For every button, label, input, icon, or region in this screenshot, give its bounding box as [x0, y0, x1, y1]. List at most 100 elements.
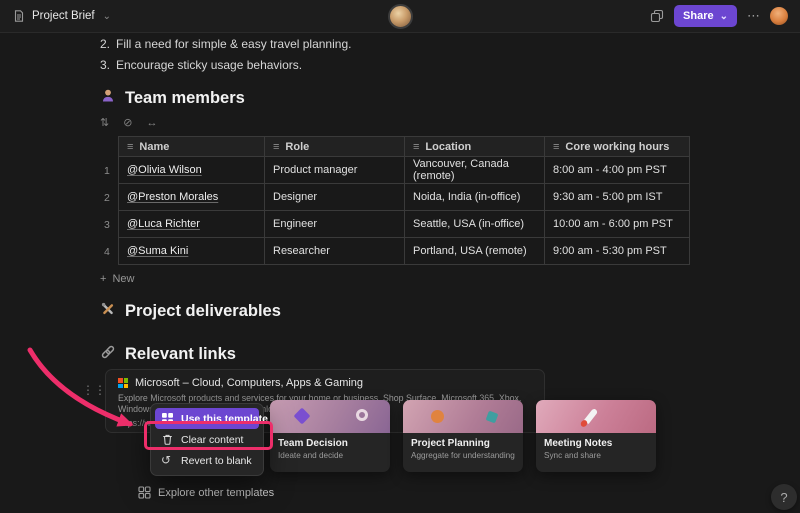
row-number: 1 — [100, 157, 118, 184]
team-members-icon — [100, 88, 116, 109]
cell-name[interactable]: @Luca Richter — [118, 211, 265, 238]
share-button-label: Share — [683, 10, 714, 22]
workspace-avatar[interactable] — [388, 4, 413, 29]
row-number: 2 — [100, 184, 118, 211]
cell-hours[interactable]: 8:00 am - 4:00 pm PST — [545, 157, 690, 184]
cell-name[interactable]: @Olivia Wilson — [118, 157, 265, 184]
template-card-title: Team Decision — [278, 438, 382, 449]
new-row-label: New — [112, 273, 134, 285]
table-row: 1 @Olivia Wilson Product manager Vancouv… — [100, 157, 690, 184]
list-item[interactable]: 2. Fill a need for simple & easy travel … — [100, 33, 690, 54]
cell-location[interactable]: Seattle, USA (in-office) — [405, 211, 545, 238]
duplicate-icon[interactable] — [650, 9, 664, 23]
cell-location[interactable]: Vancouver, Canada (remote) — [405, 157, 545, 184]
cell-hours[interactable]: 9:30 am - 5:00 pm IST — [545, 184, 690, 211]
tools-icon — [100, 301, 116, 322]
list-item-text: Encourage sticky usage behaviors. — [116, 58, 302, 72]
template-card-meeting-notes[interactable]: Meeting Notes Sync and share — [536, 400, 656, 472]
menu-item-label: Clear content — [181, 434, 243, 446]
row-number: 3 — [100, 211, 118, 238]
microsoft-favicon — [118, 378, 128, 388]
resize-columns-icon[interactable]: ↔ — [146, 117, 157, 129]
list-item-number: 3. — [100, 58, 116, 72]
column-header-role[interactable]: ≡ Role — [265, 136, 405, 157]
templates-grid-icon — [138, 486, 151, 499]
section-heading-team-members: Team members — [100, 87, 690, 110]
row-number-header — [100, 136, 118, 157]
list-item-text: Fill a need for simple & easy travel pla… — [116, 37, 351, 51]
table-row: 2 @Preston Morales Designer Noida, India… — [100, 184, 690, 211]
template-card-title: Meeting Notes — [544, 438, 648, 449]
template-thumbnail — [270, 400, 390, 433]
person-mention[interactable]: @Olivia Wilson — [127, 164, 202, 176]
template-card-title: Project Planning — [411, 438, 515, 449]
table-toolbar: ⇅ ⊘ ↔ — [100, 115, 690, 130]
menu-item-revert-to-blank[interactable]: ↺ Revert to blank — [155, 450, 259, 471]
plus-icon: + — [100, 273, 106, 285]
cell-location[interactable]: Portland, USA (remote) — [405, 238, 545, 265]
section-title: Relevant links — [125, 345, 236, 364]
cell-role[interactable]: Engineer — [265, 211, 405, 238]
template-context-menu: Use this template Clear content ↺ Revert… — [150, 403, 264, 476]
template-card-project-planning[interactable]: Project Planning Aggregate for understan… — [403, 400, 523, 472]
text-property-icon: ≡ — [127, 141, 133, 153]
table-row: 4 @Suma Kini Researcher Portland, USA (r… — [100, 238, 690, 265]
column-header-hours[interactable]: ≡ Core working hours — [545, 136, 690, 157]
share-button[interactable]: Share ⌄ — [674, 5, 737, 27]
cell-location[interactable]: Noida, India (in-office) — [405, 184, 545, 211]
cell-hours[interactable]: 10:00 am - 6:00 pm PST — [545, 211, 690, 238]
column-header-label: Name — [139, 141, 169, 153]
top-bar: Project Brief ⌄ Share ⌄ ⋯ — [0, 0, 800, 33]
template-thumbnail — [403, 400, 523, 433]
person-mention[interactable]: @Suma Kini — [127, 245, 188, 257]
more-options-icon[interactable]: ⋯ — [747, 8, 760, 24]
template-thumbnail — [536, 400, 656, 433]
table-row: 3 @Luca Richter Engineer Seattle, USA (i… — [100, 211, 690, 238]
menu-item-label: Use this template — [181, 413, 268, 425]
cell-role[interactable]: Product manager — [265, 157, 405, 184]
cell-name[interactable]: @Suma Kini — [118, 238, 265, 265]
column-header-label: Role — [285, 141, 309, 153]
text-property-icon: ≡ — [553, 141, 559, 153]
template-card-subtitle: Sync and share — [544, 451, 648, 460]
link-icon — [100, 344, 116, 365]
share-chevron-icon: ⌄ — [720, 11, 728, 22]
template-card-subtitle: Aggregate for understanding an... — [411, 451, 515, 460]
help-button[interactable]: ? — [771, 484, 797, 510]
column-header-location[interactable]: ≡Location — [405, 136, 545, 157]
chevron-down-icon[interactable]: ⌄ — [103, 11, 111, 22]
column-header-name[interactable]: ≡ Name — [118, 136, 265, 157]
page-doc-icon — [12, 9, 26, 23]
text-property-icon: ≡ — [413, 141, 419, 153]
cell-name[interactable]: @Preston Morales — [118, 184, 265, 211]
list-item[interactable]: 3. Encourage sticky usage behaviors. — [100, 54, 690, 75]
hide-properties-icon[interactable]: ⊘ — [123, 116, 132, 129]
table-new-row-button[interactable]: + New — [100, 271, 690, 287]
bookmark-title: Microsoft – Cloud, Computers, Apps & Gam… — [135, 377, 363, 389]
text-property-icon: ≡ — [273, 141, 279, 153]
cell-role[interactable]: Designer — [265, 184, 405, 211]
menu-item-label: Revert to blank — [181, 455, 252, 467]
breadcrumb-page-title[interactable]: Project Brief — [32, 10, 95, 22]
cell-hours[interactable]: 9:00 am - 5:30 pm PST — [545, 238, 690, 265]
block-drag-handle-icon[interactable]: ⋮⋮ — [82, 383, 106, 397]
column-header-label: Core working hours — [565, 141, 669, 153]
app-window: Project Brief ⌄ Share ⌄ ⋯ 2. Fill a need… — [0, 0, 800, 513]
team-table: ≡ Name ≡ Role ≡Location ≡ Core working hour… — [100, 136, 690, 265]
person-mention[interactable]: @Preston Morales — [127, 191, 218, 203]
menu-item-use-this-template[interactable]: Use this template — [155, 408, 259, 429]
section-title: Team members — [125, 89, 245, 108]
explore-other-templates-button[interactable]: Explore other templates — [138, 486, 274, 499]
sort-icon[interactable]: ⇅ — [100, 116, 109, 129]
user-avatar[interactable] — [770, 7, 788, 25]
person-mention[interactable]: @Luca Richter — [127, 218, 200, 230]
explore-templates-label: Explore other templates — [158, 487, 274, 499]
section-heading-relevant-links: Relevant links — [100, 343, 690, 366]
revert-icon: ↺ — [161, 454, 174, 467]
list-item-number: 2. — [100, 37, 116, 51]
cell-role[interactable]: Researcher — [265, 238, 405, 265]
table-header-row: ≡ Name ≡ Role ≡Location ≡ Core working hour… — [100, 136, 690, 157]
template-card-team-decision[interactable]: Team Decision Ideate and decide — [270, 400, 390, 472]
section-heading-deliverables: Project deliverables — [100, 300, 690, 323]
menu-item-clear-content[interactable]: Clear content — [155, 429, 259, 450]
